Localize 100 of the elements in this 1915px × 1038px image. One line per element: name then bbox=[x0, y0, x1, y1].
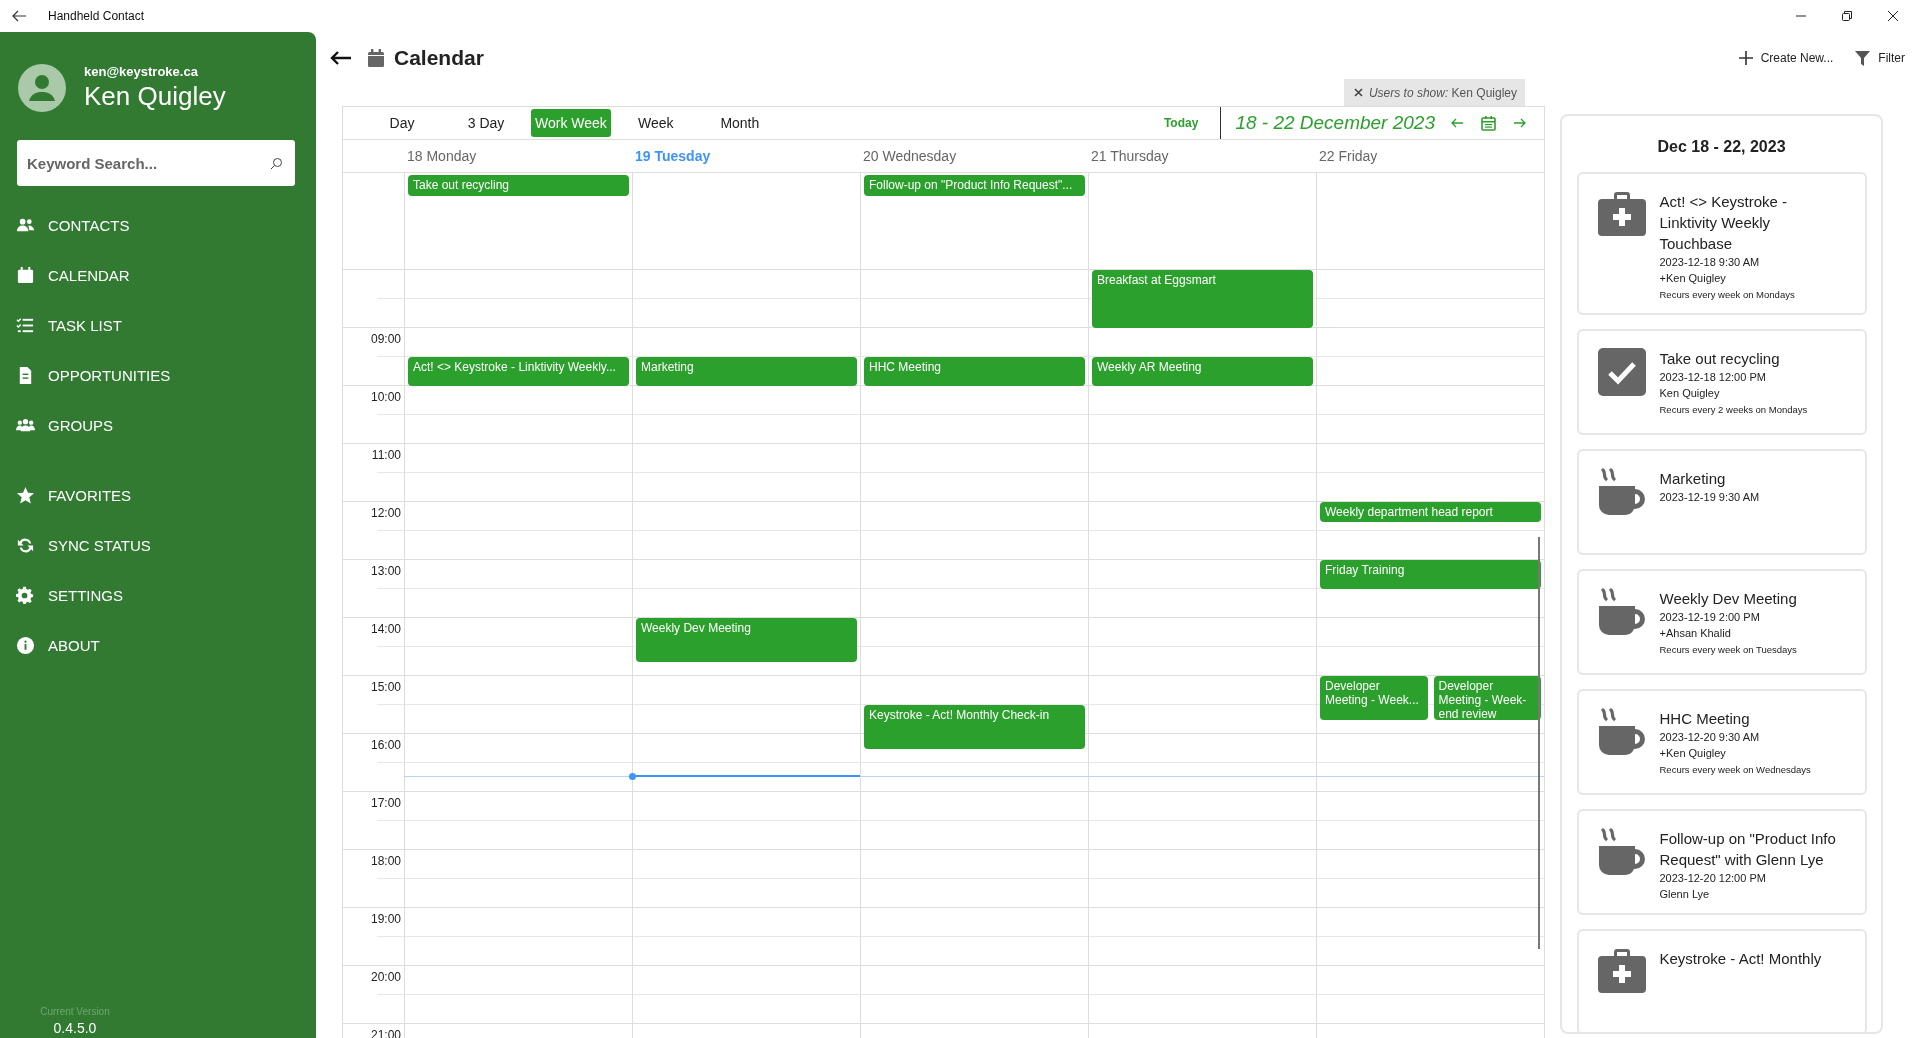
view-tab[interactable]: Month bbox=[700, 109, 779, 137]
users-filter-chip[interactable]: Users to show: Ken Quigley bbox=[1343, 79, 1525, 106]
today-button[interactable]: Today bbox=[1157, 115, 1205, 131]
previous-arrow-icon[interactable] bbox=[1451, 118, 1463, 128]
nav-item[interactable]: CALENDAR bbox=[0, 250, 316, 300]
card-date: 2023-12-19 9:30 AM bbox=[1659, 491, 1761, 503]
card-date: 2023-12-20 12:00 PM bbox=[1659, 872, 1767, 884]
calendar-event[interactable]: Keystroke - Act! Monthly Check-in bbox=[864, 705, 1085, 749]
nav-item[interactable]: OPPORTUNITIES bbox=[0, 350, 316, 400]
card-attendee: +Ken Quigley bbox=[1659, 747, 1727, 759]
time-label: 10:00 bbox=[370, 390, 401, 404]
time-label: 17:00 bbox=[370, 796, 401, 810]
avatar-icon bbox=[18, 64, 66, 112]
nav-calendar-icon bbox=[16, 265, 35, 285]
date-range: 18 - 22 December 2023 bbox=[1235, 112, 1435, 134]
time-label: 09:00 bbox=[370, 332, 401, 346]
time-label: 16:00 bbox=[370, 738, 401, 752]
calendar-event[interactable]: Weekly department head report bbox=[1320, 502, 1541, 523]
calendar-event[interactable]: HHC Meeting bbox=[864, 357, 1085, 386]
card-title: Act! <> Keystroke - Linktivity Weekly Touchbase bbox=[1659, 192, 1789, 254]
calendar-event[interactable]: Breakfast at Eggsmart bbox=[1092, 270, 1313, 328]
calendar-event[interactable]: Marketing bbox=[636, 357, 857, 386]
nav-item[interactable]: TASK LIST bbox=[0, 300, 316, 350]
agenda-card[interactable]: Take out recycling 2023-12-18 12:00 PM Ken Quigley Recurs every 2 weeks on Mondays bbox=[1576, 329, 1867, 435]
time-label: 13:00 bbox=[370, 564, 401, 578]
coffee-cup-icon bbox=[1597, 828, 1646, 876]
calendar-event[interactable]: Take out recycling bbox=[408, 175, 629, 196]
close-icon[interactable] bbox=[1353, 88, 1363, 97]
card-date: 2023-12-20 9:30 AM bbox=[1659, 731, 1761, 743]
view-tab[interactable]: Week bbox=[616, 109, 695, 137]
card-recurrence: Recurs every week on Tuesdays bbox=[1659, 644, 1798, 655]
time-label: 14:00 bbox=[370, 622, 401, 636]
time-label: 11:00 bbox=[371, 448, 401, 462]
close-icon[interactable] bbox=[1887, 10, 1899, 22]
calendar-event[interactable]: Developer Meeting - Week-end review bbox=[1433, 676, 1541, 720]
card-recurrence: Recurs every 2 weeks on Mondays bbox=[1659, 404, 1809, 415]
nav-star-icon bbox=[16, 485, 35, 505]
filter-icon bbox=[1855, 50, 1871, 66]
view-tab[interactable]: 3 Day bbox=[447, 109, 525, 137]
time-label: 12:00 bbox=[370, 506, 401, 520]
calendar-event[interactable]: Act! <> Keystroke - Linktivity Weekly... bbox=[408, 357, 629, 386]
nav-item[interactable]: CONTACTS bbox=[0, 200, 316, 250]
card-attendee: +Ken Quigley bbox=[1659, 272, 1727, 284]
card-title: Take out recycling bbox=[1659, 349, 1781, 369]
agenda-card[interactable]: Follow-up on "Product Info Request" with Glenn Lye 2023-12-20 12:00 PM Glenn Lye bbox=[1576, 809, 1867, 915]
create-new-button[interactable]: Create New... bbox=[1738, 50, 1834, 66]
card-recurrence: Recurs every week on Mondays bbox=[1659, 289, 1796, 300]
users-filter-text: Users to show: Ken Quigley bbox=[1368, 85, 1517, 100]
day-header: 18 Monday bbox=[407, 148, 477, 164]
filter-button[interactable]: Filter bbox=[1855, 50, 1905, 66]
calendar-icon[interactable] bbox=[1481, 115, 1496, 131]
coffee-cup-icon bbox=[1597, 588, 1646, 636]
nav-item[interactable]: FAVORITES bbox=[0, 470, 316, 520]
nav-gear-icon bbox=[16, 585, 35, 605]
back-icon[interactable] bbox=[12, 10, 26, 22]
day-header: 20 Wednesday bbox=[863, 148, 957, 164]
user-email: ken@keystroke.ca bbox=[84, 64, 199, 79]
version-label: Current Version bbox=[40, 1006, 110, 1017]
back-arrow-icon[interactable] bbox=[330, 50, 352, 66]
time-label: 19:00 bbox=[370, 912, 401, 926]
calendar-icon bbox=[368, 49, 384, 67]
search-icon[interactable] bbox=[270, 157, 283, 170]
time-label: 18:00 bbox=[370, 854, 401, 868]
scrollbar[interactable] bbox=[1538, 537, 1540, 949]
view-tab[interactable]: Work Week bbox=[531, 109, 611, 137]
card-title: Follow-up on "Product Info Request" with Glenn Lye bbox=[1659, 829, 1837, 870]
nav-item[interactable]: ABOUT bbox=[0, 620, 316, 670]
calendar-event[interactable]: Follow-up on "Product Info Request"... bbox=[864, 175, 1085, 196]
calendar-event[interactable]: Friday Training bbox=[1320, 560, 1541, 589]
search-field[interactable]: Keyword Search... bbox=[17, 140, 295, 186]
agenda-title: Dec 18 - 22, 2023 bbox=[1657, 138, 1786, 156]
day-header: 22 Friday bbox=[1319, 148, 1378, 164]
view-tab[interactable]: Day bbox=[363, 109, 441, 137]
card-attendee: Glenn Lye bbox=[1659, 888, 1711, 900]
agenda-card[interactable]: Act! <> Keystroke - Linktivity Weekly Touchbase 2023-12-18 9:30 AM +Ken Quigley Recurs every week on Mondays bbox=[1576, 172, 1867, 315]
calendar-event[interactable]: Weekly Dev Meeting bbox=[636, 618, 857, 662]
calendar-event[interactable]: Developer Meeting - Week... bbox=[1320, 676, 1428, 720]
medical-bag-icon bbox=[1597, 948, 1646, 994]
time-label: 20:00 bbox=[370, 970, 401, 984]
checkbox-icon bbox=[1597, 348, 1646, 396]
agenda-card[interactable]: HHC Meeting 2023-12-20 9:30 AM +Ken Quigley Recurs every week on Wednesdays bbox=[1576, 689, 1867, 795]
medical-bag-icon bbox=[1597, 191, 1646, 237]
calendar-event[interactable]: Weekly AR Meeting bbox=[1092, 357, 1313, 386]
card-date: 2023-12-19 2:00 PM bbox=[1659, 611, 1761, 623]
nav-item[interactable]: SETTINGS bbox=[0, 570, 316, 620]
agenda-card[interactable]: Marketing 2023-12-19 9:30 AM bbox=[1576, 449, 1867, 555]
window-title: Handheld Contact bbox=[48, 9, 145, 23]
card-date: 2023-12-18 12:00 PM bbox=[1659, 371, 1767, 383]
user-name: Ken Quigley bbox=[84, 81, 226, 112]
nav-item[interactable]: GROUPS bbox=[0, 400, 316, 450]
card-attendee: +Ahsan Khalid bbox=[1659, 627, 1732, 639]
page-title: Calendar bbox=[394, 46, 484, 70]
nav-item[interactable]: SYNC STATUS bbox=[0, 520, 316, 570]
card-title: Marketing bbox=[1659, 469, 1727, 489]
next-arrow-icon[interactable] bbox=[1514, 118, 1526, 128]
agenda-card[interactable]: Keystroke - Act! Monthly bbox=[1576, 929, 1867, 1032]
time-label: 15:00 bbox=[370, 680, 401, 694]
restore-icon[interactable] bbox=[1841, 10, 1853, 22]
coffee-cup-icon bbox=[1597, 468, 1646, 516]
agenda-card[interactable]: Weekly Dev Meeting 2023-12-19 2:00 PM +Ahsan Khalid Recurs every week on Tuesdays bbox=[1576, 569, 1867, 675]
